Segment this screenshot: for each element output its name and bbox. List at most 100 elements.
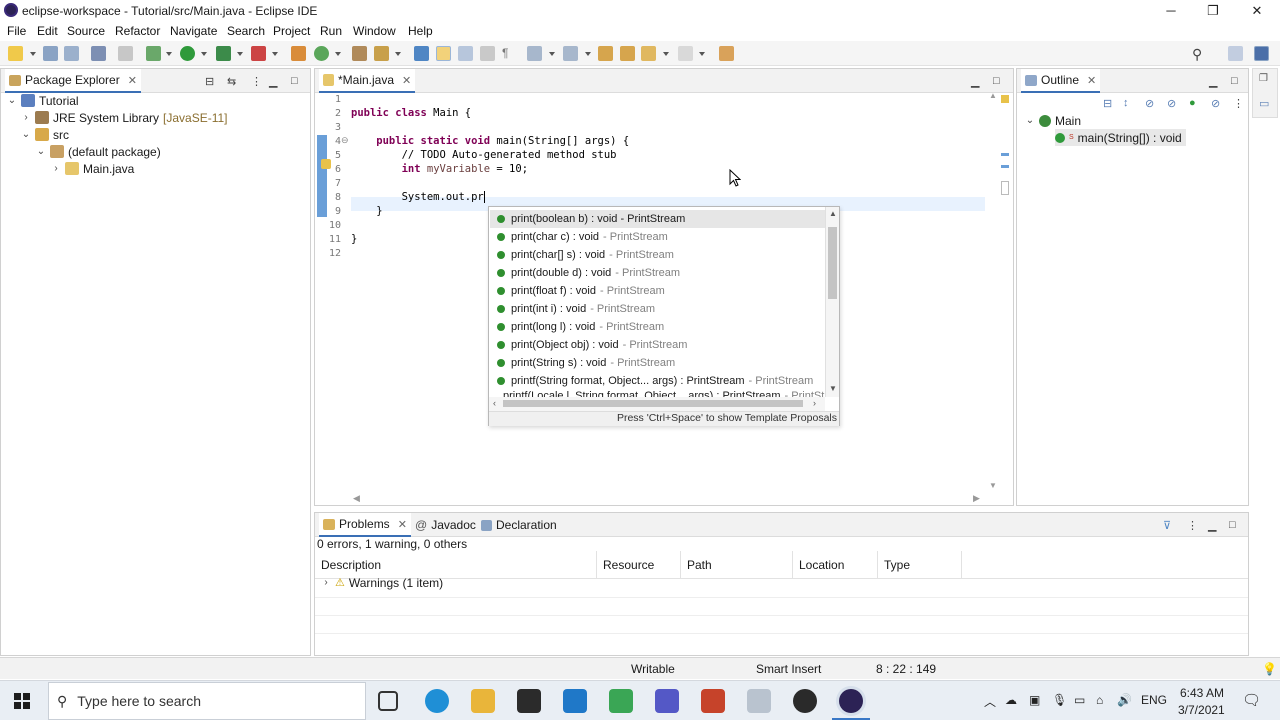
expand-arrow-icon[interactable]: ⌄ <box>36 146 46 157</box>
menu-refactor[interactable]: Refactor <box>115 24 160 38</box>
open-type-icon[interactable] <box>352 46 367 61</box>
volume-icon[interactable]: 🔊 <box>1117 693 1132 707</box>
expand-arrow-icon[interactable]: ⌄ <box>7 95 17 106</box>
store-icon[interactable] <box>517 689 541 713</box>
proposal-item[interactable]: print(int i) : void - PrintStream <box>490 300 825 318</box>
table-row[interactable]: › ⚠ Warnings (1 item) <box>321 574 443 591</box>
edge-icon[interactable] <box>425 689 449 713</box>
menu-run[interactable]: Run <box>320 24 342 38</box>
coverage-icon[interactable] <box>216 46 231 61</box>
search-icon[interactable]: ⚲ <box>1192 46 1207 62</box>
toggle-mark-occurrences-icon[interactable] <box>436 46 451 61</box>
menu-navigate[interactable]: Navigate <box>170 24 217 38</box>
code-line-11[interactable]: } <box>351 233 357 245</box>
external-tools-icon[interactable] <box>251 46 266 61</box>
collapse-all-icon[interactable]: ⊟ <box>205 75 214 88</box>
overview-warning-marker[interactable] <box>1001 95 1009 103</box>
open-perspective-icon[interactable] <box>1228 46 1243 61</box>
taskbar-search-box[interactable]: ⚲ Type here to search <box>48 682 366 720</box>
popup-horizontal-scrollbar[interactable]: ‹ › <box>489 397 825 411</box>
cloud-icon[interactable]: ☁ <box>1005 693 1017 707</box>
close-tab-icon[interactable]: ✕ <box>128 74 137 87</box>
maximize-view-icon[interactable]: □ <box>1231 75 1238 87</box>
new-class-dropdown-icon[interactable] <box>335 52 341 56</box>
close-tab-icon[interactable]: ✕ <box>398 518 407 531</box>
next-annotation-icon[interactable] <box>414 46 429 61</box>
overview-marker[interactable] <box>1001 153 1009 156</box>
collapse-all-icon[interactable]: ⊟ <box>1103 97 1112 110</box>
scroll-right-icon[interactable]: › <box>813 398 816 408</box>
scroll-thumb[interactable] <box>503 400 803 407</box>
toggle-block-selection-icon[interactable] <box>458 46 473 61</box>
column-header-path[interactable]: Path <box>681 551 793 579</box>
menu-file[interactable]: File <box>7 24 26 38</box>
new-icon[interactable] <box>8 46 23 61</box>
minimize-button[interactable]: ─ <box>1148 0 1194 21</box>
menu-source[interactable]: Source <box>67 24 105 38</box>
back-dropdown-icon[interactable] <box>663 52 669 56</box>
collapse-arrow-icon[interactable]: › <box>21 112 31 123</box>
file-explorer-icon[interactable] <box>471 689 495 713</box>
notifications-icon[interactable]: 🗨 <box>1242 691 1261 709</box>
proposal-item[interactable]: print(long l) : void - PrintStream <box>490 318 825 336</box>
close-button[interactable]: ✕ <box>1234 0 1280 21</box>
code-line-9[interactable]: } <box>351 205 382 217</box>
next-edit-icon[interactable] <box>527 46 542 61</box>
tip-icon[interactable]: 💡 <box>1262 662 1277 676</box>
task-view-icon[interactable] <box>378 691 398 711</box>
new-java-project-icon[interactable] <box>291 46 306 61</box>
fold-marker-icon[interactable]: ⊖ <box>341 135 349 146</box>
battery-icon[interactable]: ▭ <box>1074 693 1085 707</box>
tab-package-explorer[interactable]: Package Explorer ✕ <box>5 69 141 93</box>
terminal-icon[interactable] <box>91 46 106 61</box>
maximize-view-icon[interactable]: □ <box>291 75 298 87</box>
maximize-button[interactable]: ❐ <box>1190 0 1236 21</box>
maximize-view-icon[interactable]: □ <box>1229 519 1236 531</box>
menu-project[interactable]: Project <box>273 24 310 38</box>
back-icon[interactable] <box>641 46 656 61</box>
previous-edit-dropdown-icon[interactable] <box>585 52 591 56</box>
proposal-item[interactable]: print(boolean b) : void - PrintStream <box>490 210 825 228</box>
device-icon[interactable]: ▣ <box>1029 693 1040 707</box>
collapse-arrow-icon[interactable]: › <box>51 163 61 174</box>
next-edit-dropdown-icon[interactable] <box>549 52 555 56</box>
proposal-item[interactable]: printf(String format, Object... args) : … <box>490 372 825 390</box>
collapse-arrow-icon[interactable]: › <box>321 577 331 588</box>
debug-icon[interactable] <box>146 46 161 61</box>
scroll-thumb[interactable] <box>828 227 837 299</box>
tree-item-jre-library[interactable]: › JRE System Library [JavaSE-11] <box>21 109 227 126</box>
chat-app-icon[interactable] <box>609 689 633 713</box>
word-wrap-icon[interactable] <box>480 46 495 61</box>
scroll-up-icon[interactable]: ▲ <box>989 91 997 100</box>
code-line-4[interactable]: public static void main(String[] args) { <box>351 135 629 147</box>
tree-item-tutorial[interactable]: ⌄ Tutorial <box>7 92 79 109</box>
hide-static-icon[interactable]: ⊘ <box>1167 97 1176 110</box>
view-menu-icon[interactable]: ⋮ <box>1233 97 1244 110</box>
minimize-view-icon[interactable]: ▁ <box>269 75 277 88</box>
tab-declaration[interactable]: Declaration <box>477 513 561 537</box>
powerpoint-icon[interactable] <box>701 689 725 713</box>
scroll-left-icon[interactable]: ‹ <box>493 398 496 408</box>
forward-icon[interactable] <box>678 46 693 61</box>
task-list-icon[interactable]: ▭ <box>1259 97 1269 110</box>
scroll-up-icon[interactable]: ▲ <box>829 209 837 218</box>
tab-main-java[interactable]: *Main.java ✕ <box>319 69 416 93</box>
proposal-item[interactable]: print(Object obj) : void - PrintStream <box>490 336 825 354</box>
hide-nonpublic-icon[interactable]: ● <box>1189 97 1196 109</box>
tree-item-default-package[interactable]: ⌄ (default package) <box>36 143 161 160</box>
previous-edit-icon[interactable] <box>563 46 578 61</box>
proposal-item[interactable]: print(char[] s) : void - PrintStream <box>490 246 825 264</box>
eclipse-taskbar-icon[interactable] <box>839 689 863 713</box>
filter-icon[interactable]: ⊽ <box>1163 519 1171 532</box>
code-line-5[interactable]: // TODO Auto-generated method stub <box>351 149 617 161</box>
microphone-icon[interactable]: 🎙 <box>1052 693 1067 707</box>
new-class-icon[interactable] <box>314 46 329 61</box>
obs-icon[interactable] <box>793 689 817 713</box>
skip-breakpoints-icon[interactable] <box>118 46 133 61</box>
clock-date[interactable]: 3/7/2021 <box>1178 703 1225 717</box>
menu-window[interactable]: Window <box>353 24 396 38</box>
external-tools-dropdown-icon[interactable] <box>272 52 278 56</box>
new-dropdown-icon[interactable] <box>30 52 36 56</box>
language-indicator[interactable]: ENG <box>1141 693 1167 707</box>
proposal-item[interactable]: print(double d) : void - PrintStream <box>490 264 825 282</box>
